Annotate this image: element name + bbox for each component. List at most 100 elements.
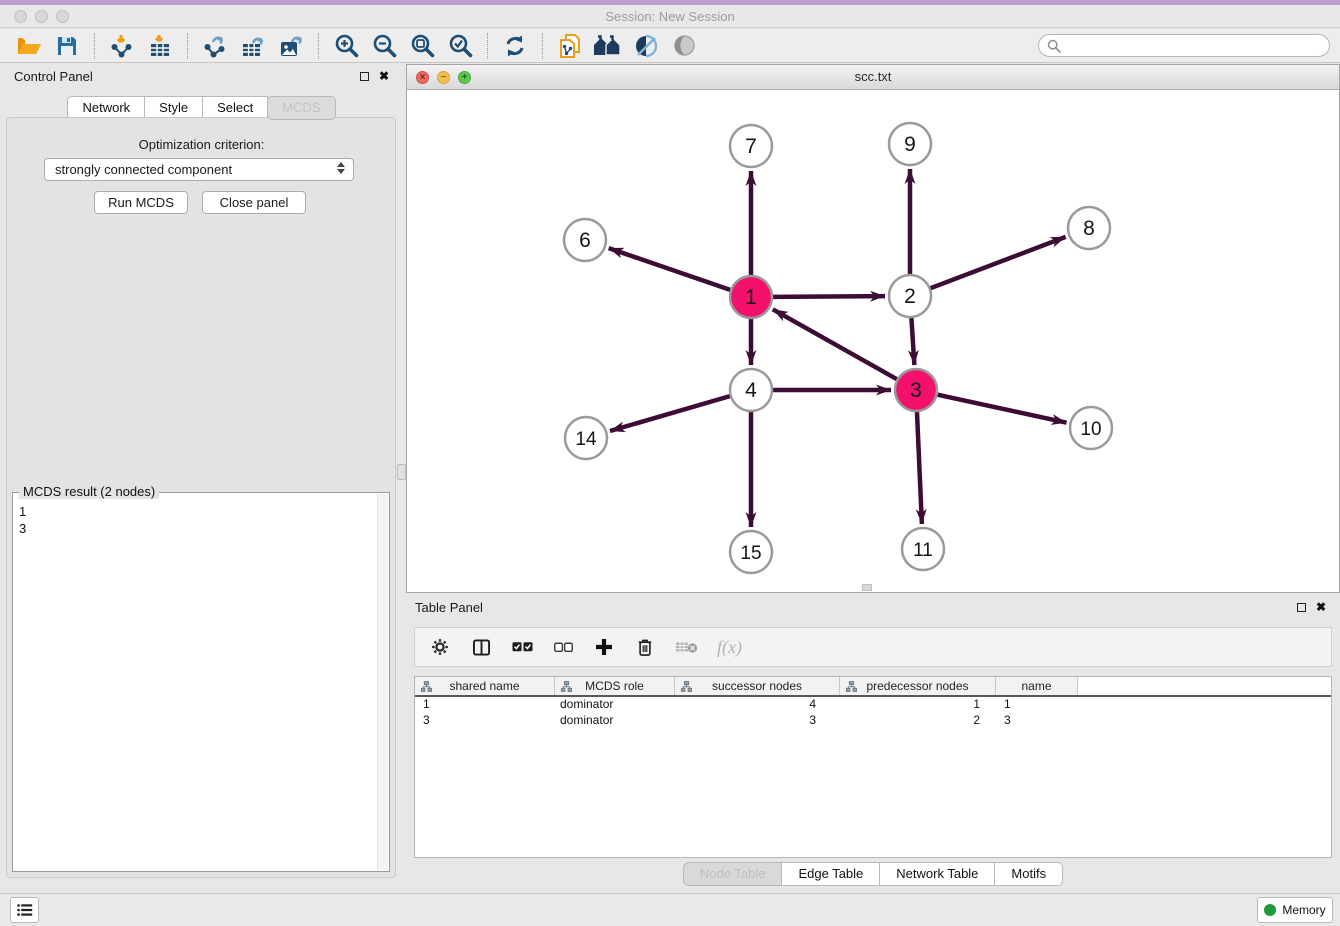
- graph-node-1[interactable]: 1: [730, 276, 772, 318]
- cytoscape-window: Session: New Session: [0, 0, 1340, 926]
- zoom-fit-button[interactable]: [406, 31, 438, 61]
- graph-node-10[interactable]: 10: [1070, 407, 1112, 449]
- select-all-button[interactable]: [511, 635, 533, 659]
- result-scrollbar[interactable]: [377, 494, 388, 870]
- cyndex-home-button[interactable]: [592, 31, 624, 61]
- graph-edge-4-14[interactable]: [610, 396, 730, 431]
- graph-edge-3-11[interactable]: [917, 412, 922, 524]
- open-folder-icon: [16, 34, 42, 58]
- add-row-button[interactable]: [593, 635, 615, 659]
- graph-node-15[interactable]: 15: [730, 531, 772, 573]
- svg-text:8: 8: [1083, 217, 1095, 240]
- graph-edge-3-1[interactable]: [773, 309, 897, 379]
- node-table[interactable]: shared name MCDS role successor nodes pr…: [414, 676, 1332, 858]
- export-image-button[interactable]: [275, 31, 307, 61]
- svg-text:6: 6: [579, 229, 591, 252]
- run-mcds-button[interactable]: Run MCDS: [94, 191, 188, 214]
- clone-network-icon: [558, 33, 582, 59]
- mac-titlebar[interactable]: Session: New Session: [0, 5, 1340, 28]
- function-builder-button[interactable]: f(x): [717, 635, 742, 659]
- zoom-out-button[interactable]: [368, 31, 400, 61]
- network-graph: 1 2 3 4 6 7 8 9 10 11 14 15: [407, 90, 1340, 593]
- graph-node-8[interactable]: 8: [1068, 207, 1110, 249]
- graphics-details-icon: [634, 34, 658, 58]
- deselect-all-button[interactable]: [552, 635, 574, 659]
- column-header-predecessor-nodes[interactable]: predecessor nodes: [840, 677, 996, 695]
- graph-edge-3-10[interactable]: [937, 395, 1066, 423]
- attribute-hierarchy-icon: [846, 681, 857, 692]
- svg-text:4: 4: [745, 379, 757, 402]
- main-toolbar: [0, 29, 1340, 63]
- zoom-selected-button[interactable]: [444, 31, 476, 61]
- tab-motifs[interactable]: Motifs: [994, 862, 1063, 886]
- zoom-out-icon: [372, 33, 397, 58]
- toolbar-separator: [542, 33, 543, 59]
- network-title: scc.txt: [407, 69, 1339, 84]
- network-canvas[interactable]: 1 2 3 4 6 7 8 9 10 11 14 15: [407, 90, 1339, 592]
- graph-node-3[interactable]: 3: [895, 369, 937, 411]
- graph-edge-2-3[interactable]: [911, 318, 914, 365]
- canvas-splitter-grip[interactable]: [862, 584, 872, 591]
- window-title: Session: New Session: [0, 9, 1340, 24]
- status-bar: Memory: [0, 893, 1340, 926]
- optimization-criterion-select[interactable]: strongly connected component: [44, 158, 354, 181]
- memory-label: Memory: [1282, 903, 1325, 917]
- tab-mcds[interactable]: MCDS: [267, 96, 335, 120]
- delete-column-button[interactable]: [675, 635, 698, 659]
- export-network-button[interactable]: [199, 31, 231, 61]
- float-panel-icon[interactable]: [360, 72, 369, 81]
- export-table-button[interactable]: [237, 31, 269, 61]
- network-window-titlebar[interactable]: × − + scc.txt: [407, 65, 1339, 90]
- graph-node-14[interactable]: 14: [565, 417, 607, 459]
- show-column-button[interactable]: [470, 635, 492, 659]
- table-row[interactable]: 1dominator411: [415, 697, 1331, 713]
- delete-row-button[interactable]: [634, 635, 656, 659]
- attribute-hierarchy-icon: [421, 681, 432, 692]
- graphics-details-button[interactable]: [630, 31, 662, 61]
- graph-edge-1-6[interactable]: [609, 248, 731, 290]
- vertical-splitter-grip[interactable]: [397, 464, 406, 480]
- import-table-button[interactable]: [144, 31, 176, 61]
- refresh-button[interactable]: [499, 31, 531, 61]
- graph-edge-1-2[interactable]: [773, 296, 885, 297]
- tab-node-table[interactable]: Node Table: [683, 862, 783, 886]
- graph-node-2[interactable]: 2: [889, 275, 931, 317]
- select-stepper-icon: [337, 162, 345, 174]
- table-panel: Table Panel ✖: [406, 597, 1340, 893]
- graph-edge-2-8[interactable]: [931, 237, 1066, 288]
- settings-gear-icon: [431, 638, 449, 656]
- zoom-in-button[interactable]: [330, 31, 362, 61]
- zoom-in-icon: [334, 33, 359, 58]
- column-header-successor-nodes[interactable]: successor nodes: [675, 677, 840, 695]
- column-header-name[interactable]: name: [996, 677, 1078, 695]
- graph-node-4[interactable]: 4: [730, 369, 772, 411]
- close-panel-button[interactable]: Close panel: [202, 191, 306, 214]
- task-history-button[interactable]: [10, 897, 39, 923]
- graph-node-7[interactable]: 7: [730, 125, 772, 167]
- save-session-button[interactable]: [51, 31, 83, 61]
- table-row[interactable]: 3dominator323: [415, 713, 1331, 729]
- open-session-button[interactable]: [13, 31, 45, 61]
- table-settings-button[interactable]: [429, 635, 451, 659]
- hide-graphics-button[interactable]: [668, 31, 700, 61]
- export-network-icon: [203, 34, 227, 58]
- clone-network-button[interactable]: [554, 31, 586, 61]
- tab-network-table[interactable]: Network Table: [879, 862, 995, 886]
- zoom-selected-icon: [448, 33, 473, 58]
- mcds-result-group: MCDS result (2 nodes) 1 3: [12, 492, 390, 872]
- column-header-shared-name[interactable]: shared name: [415, 677, 555, 695]
- search-input[interactable]: [1038, 34, 1330, 57]
- graph-node-9[interactable]: 9: [889, 123, 931, 165]
- column-header-mcds-role[interactable]: MCDS role: [555, 677, 675, 695]
- delete-column-icon: [675, 641, 698, 654]
- close-table-panel-icon[interactable]: ✖: [1316, 602, 1326, 612]
- graph-node-6[interactable]: 6: [564, 219, 606, 261]
- tab-edge-table[interactable]: Edge Table: [781, 862, 880, 886]
- graph-node-11[interactable]: 11: [902, 528, 944, 570]
- refresh-icon: [503, 34, 527, 58]
- memory-button[interactable]: Memory: [1257, 897, 1333, 923]
- import-network-button[interactable]: [106, 31, 138, 61]
- close-panel-icon[interactable]: ✖: [379, 71, 389, 81]
- float-table-panel-icon[interactable]: [1297, 603, 1306, 612]
- import-table-icon: [148, 34, 172, 58]
